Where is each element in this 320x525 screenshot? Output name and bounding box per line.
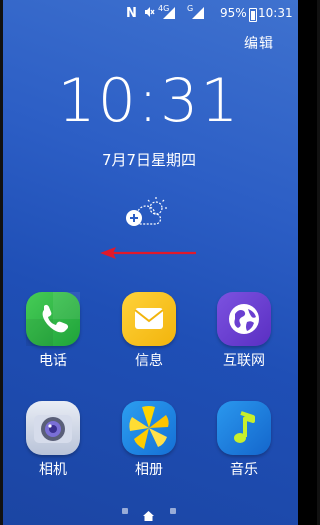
internet-icon xyxy=(217,292,271,346)
app-label: 互联网 xyxy=(223,353,265,369)
battery-icon xyxy=(249,8,257,22)
app-music[interactable]: 音乐 xyxy=(211,401,277,479)
clock-time[interactable]: 10:31 xyxy=(0,66,298,136)
swipe-left-arrow-icon xyxy=(100,247,196,259)
app-camera[interactable]: 相机 xyxy=(20,401,86,479)
message-icon xyxy=(122,292,176,346)
status-bar: N 4G G 95% 10:31 xyxy=(0,0,298,28)
add-weather-button[interactable] xyxy=(122,196,172,232)
home-screen: N 4G G 95% 10:31 编辑 10:31 7月7日星期四 电话 信息 … xyxy=(0,0,298,525)
app-messages[interactable]: 信息 xyxy=(116,292,182,370)
app-label: 电话 xyxy=(39,353,67,369)
page-indicator xyxy=(0,506,298,521)
app-phone[interactable]: 电话 xyxy=(20,292,86,370)
battery-percent: 95% xyxy=(220,6,247,20)
app-label: 音乐 xyxy=(230,462,258,478)
app-label: 信息 xyxy=(135,353,163,369)
device-bezel-left xyxy=(0,0,3,525)
clock-date[interactable]: 7月7日星期四 xyxy=(0,149,298,170)
signal-icon-2 xyxy=(192,7,206,22)
home-page-icon[interactable] xyxy=(143,506,154,525)
weather-add-icon xyxy=(126,197,167,226)
phone-icon xyxy=(26,292,80,346)
gallery-icon xyxy=(122,401,176,455)
page-dot[interactable] xyxy=(122,508,128,514)
app-label: 相机 xyxy=(39,462,67,478)
edit-button[interactable]: 编辑 xyxy=(244,33,274,53)
app-gallery[interactable]: 相册 xyxy=(116,401,182,479)
camera-icon xyxy=(26,401,80,455)
signal-icon xyxy=(163,7,183,22)
mute-icon xyxy=(143,6,155,21)
music-icon xyxy=(217,401,271,455)
app-internet[interactable]: 互联网 xyxy=(211,292,277,370)
nfc-icon: N xyxy=(126,6,137,21)
app-label: 相册 xyxy=(135,462,163,478)
status-time: 10:31 xyxy=(258,6,293,20)
page-dot[interactable] xyxy=(170,508,176,514)
